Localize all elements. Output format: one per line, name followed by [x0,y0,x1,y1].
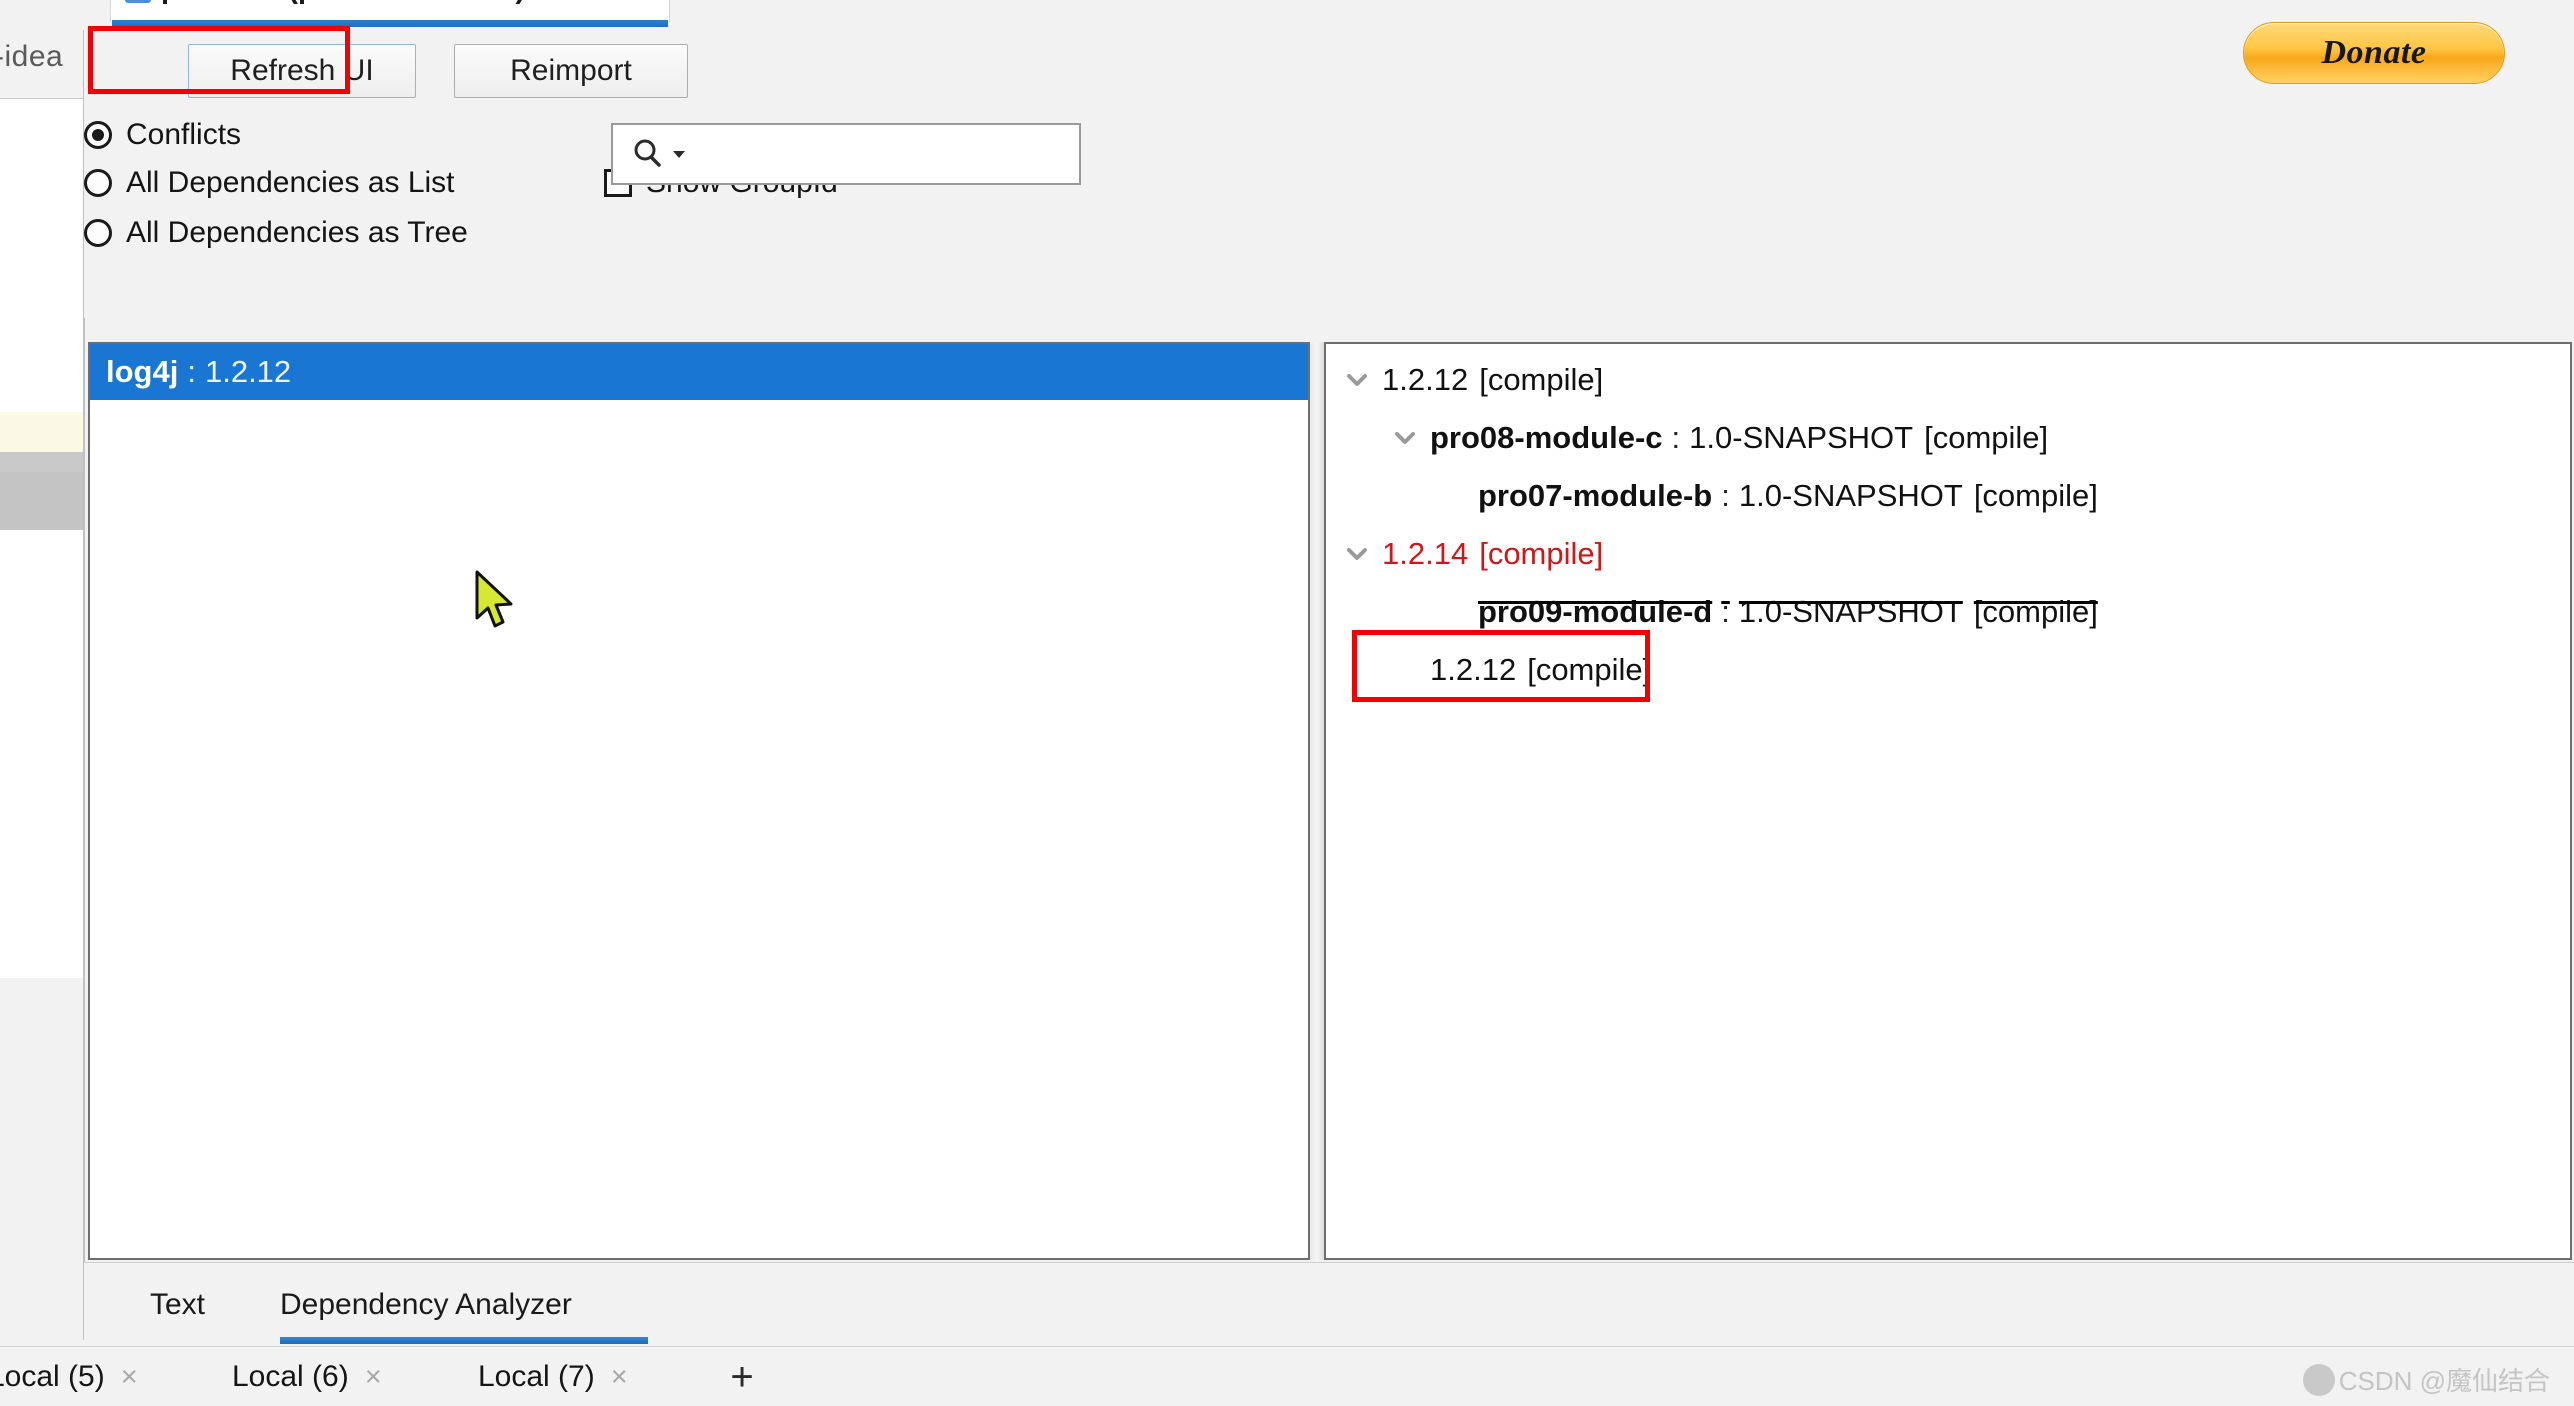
tab-dependency-analyzer[interactable]: Dependency Analyzer [280,1277,572,1333]
dependency-view-options: Conflicts All Dependencies as List All D… [84,98,2574,318]
chevron-down-icon[interactable] [1340,537,1374,571]
tree-row[interactable]: 1.2.14 [compile] [1340,528,1603,580]
editor-tab-label: pom.xml (pro08-module-c) [161,0,525,6]
maven-toolbar: Refresh UI Reimport [84,28,2574,98]
terminal-tab-label: Local (7) [478,1360,595,1393]
radio-all-dependencies-as-tree-indicator[interactable] [84,219,112,247]
tree-row-scope: [compile] [1924,420,2049,455]
radio-all-dependencies-as-list-label: All Dependencies as List [126,166,455,199]
panel-splitter[interactable] [1310,342,1324,1260]
terminal-status-bar: Local (5) × Local (6) × Local (7) × + CS… [0,1346,2574,1406]
tree-row-version: 1.0-SNAPSHOT [1738,478,1963,513]
project-tree-background [0,98,84,978]
conflict-row-version: 1.2.12 [204,354,292,389]
project-tool-window-sliver: -idea [0,0,84,1340]
search-filter-chevron-down-icon[interactable] [671,146,687,162]
radio-all-dependencies-as-tree-label: All Dependencies as Tree [126,216,468,249]
dependency-tree-panel: 1.2.12 [compile] pro08-module-c:1.0-SNAPSH… [1324,342,2572,1260]
tree-row[interactable]: pro08-module-c:1.0-SNAPSHOT [compile] [1388,412,2048,464]
search-icon [631,137,665,171]
tree-row-artifact: pro08-module-c [1430,420,1663,455]
donate-label: Donate [2321,34,2427,71]
editor-bottom-tabs: Text Dependency Analyzer [84,1262,2574,1344]
radio-all-dependencies-as-list[interactable]: All Dependencies as List [84,166,455,200]
refresh-ui-button[interactable]: Refresh UI [188,44,416,98]
tree-row[interactable]: pro09-module-d:1.0-SNAPSHOT [compile] [1436,586,2098,638]
tree-row-scope: [compile] [1479,362,1604,397]
tree-row-text: 1.2.12 [compile] [1430,652,1651,688]
tree-row-text: pro09-module-d:1.0-SNAPSHOT [compile] [1478,594,2098,630]
tree-row-separator: : [1721,594,1730,629]
tree-row-scope: [compile] [1527,652,1652,687]
app-window: -idea pom.xml (pro08-module-c) Refresh U… [0,0,2574,1406]
tree-row-scope: [compile] [1973,478,2098,513]
project-tree-gray-band [0,472,84,530]
tree-row[interactable]: pro07-module-b:1.0-SNAPSHOT [compile] [1436,470,2098,522]
maven-file-icon [125,0,151,3]
tree-row-text: pro07-module-b:1.0-SNAPSHOT [compile] [1478,478,2098,514]
chevron-down-icon[interactable] [1340,363,1374,397]
tree-row-version: 1.0-SNAPSHOT [1738,594,1963,629]
tree-row-text: pro08-module-c:1.0-SNAPSHOT [compile] [1430,420,2048,456]
tree-row-version: 1.0-SNAPSHOT [1689,420,1914,455]
tab-active-underline [280,1337,648,1344]
tree-row-separator: : [1721,478,1730,513]
tab-text[interactable]: Text [150,1277,205,1333]
tree-row-scope: [compile] [1973,594,2098,629]
donate-button[interactable]: Donate [2243,22,2505,84]
tree-row[interactable]: 1.2.12 [compile] [1340,354,1603,406]
radio-conflicts[interactable]: Conflicts [84,118,241,152]
tree-row-version: 1.2.12 [1430,652,1517,687]
terminal-tab-label: Local (6) [232,1360,349,1393]
editor-tab-active-underline [112,20,668,27]
tree-row-separator: : [1671,420,1681,455]
radio-conflicts-label: Conflicts [126,118,242,151]
tree-row[interactable]: 1.2.12 [compile] [1388,644,1651,696]
close-icon[interactable]: × [365,1362,382,1392]
watermark: CSDN @魔仙结合 [2302,1361,2550,1398]
conflict-row-artifact: log4j [106,354,179,389]
tree-row-artifact: pro09-module-d [1478,594,1713,629]
gear-icon [2302,1363,2335,1396]
terminal-tab-local-7[interactable]: Local (7) × [478,1353,628,1401]
radio-all-dependencies-as-list-indicator[interactable] [84,169,112,197]
search-field[interactable] [611,123,1081,185]
close-icon[interactable]: × [611,1362,628,1392]
radio-all-dependencies-as-tree[interactable]: All Dependencies as Tree [84,216,468,250]
conflicts-list-panel: log4j : 1.2.12 [88,342,1310,1260]
terminal-tab-local-5[interactable]: Local (5) × [0,1353,138,1401]
conflict-row-log4j[interactable]: log4j : 1.2.12 [90,344,1308,400]
terminal-tab-local-6[interactable]: Local (6) × [232,1353,382,1401]
close-icon[interactable]: × [121,1362,138,1392]
reimport-button[interactable]: Reimport [454,44,688,98]
radio-conflicts-indicator[interactable] [84,121,112,149]
tree-row-text: 1.2.14 [compile] [1382,536,1603,572]
tree-row-artifact: pro07-module-b [1478,478,1713,513]
tree-row-text: 1.2.12 [compile] [1382,362,1603,398]
tree-row-version: 1.2.12 [1382,362,1469,397]
add-terminal-tab-button[interactable]: + [718,1353,766,1401]
project-tree-visible-label: -idea [0,40,64,73]
tree-row-scope: [compile] [1479,536,1604,571]
conflict-row-separator: : [187,354,196,389]
editor-tab-pom-xml[interactable]: pom.xml (pro08-module-c) [110,0,670,22]
watermark-text: CSDN @魔仙结合 [2338,1366,2550,1396]
search-input[interactable] [693,137,1073,171]
chevron-down-icon[interactable] [1388,421,1422,455]
tree-row-version: 1.2.14 [1382,536,1469,571]
terminal-tab-label: Local (5) [0,1360,105,1393]
